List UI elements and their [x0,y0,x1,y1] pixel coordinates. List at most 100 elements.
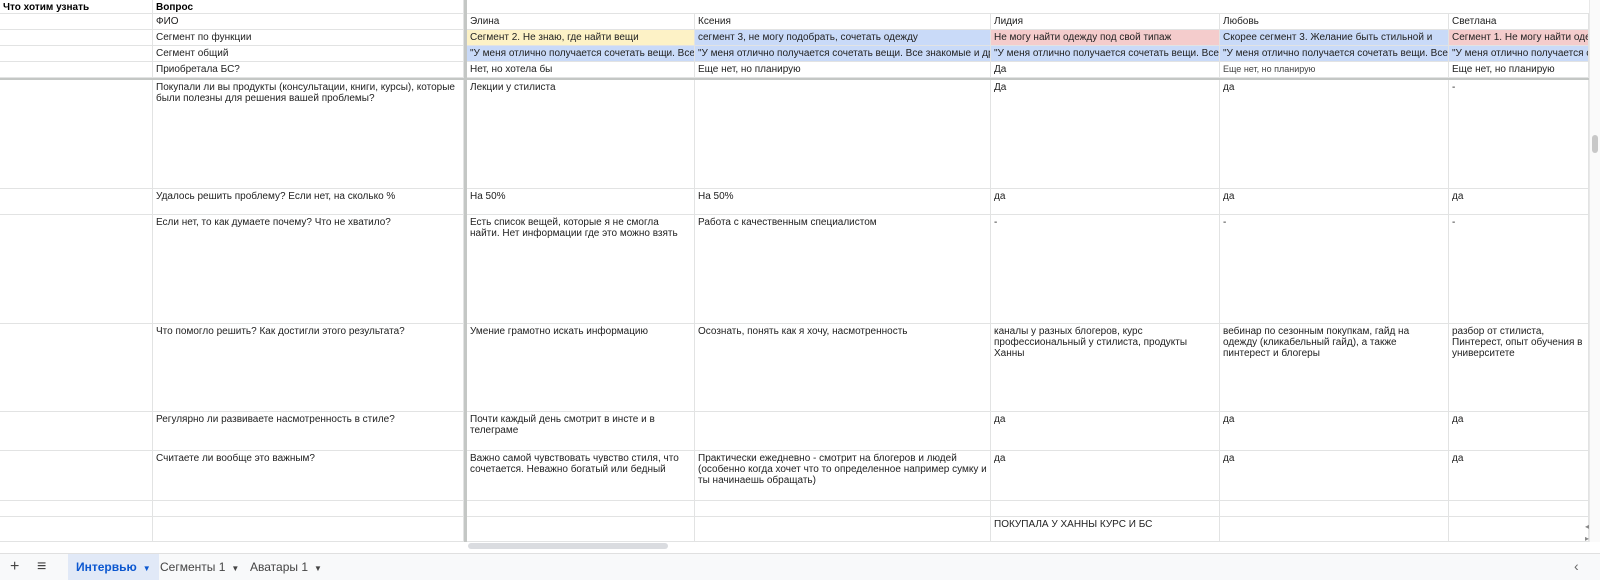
vertical-scrollbar[interactable] [1589,0,1600,542]
row-field-label[interactable]: Сегмент по функции [153,30,464,46]
answer-cell[interactable]: вебинар по сезонным покупкам, гайд на од… [1220,324,1449,412]
answer-cell[interactable]: - [1449,80,1589,189]
answer-cell[interactable] [695,80,991,189]
answer-cell[interactable]: да [1220,412,1449,451]
answer-cell[interactable] [1449,501,1589,517]
header-cell-what-to-learn[interactable]: Что хотим узнать [0,0,153,14]
chevron-down-icon[interactable]: ▼ [314,564,322,573]
answer-cell[interactable]: да [991,451,1220,501]
answer-cell[interactable]: Почти каждый день смотрит в инсте и в те… [467,412,695,451]
answer-cell[interactable]: ПОКУПАЛА У ХАННЫ КУРС И БС [991,517,1220,542]
vertical-scroll-thumb[interactable] [1592,135,1598,153]
question-cell[interactable]: Удалось решить проблему? Если нет, на ск… [153,189,464,215]
all-sheets-menu-icon[interactable]: ≡ [37,558,46,576]
answer-cell[interactable] [467,501,695,517]
profile-value-cell[interactable]: Лидия [991,14,1220,30]
question-cell[interactable]: Считаете ли вообще это важным? [153,451,464,501]
answer-cell[interactable] [1449,517,1589,542]
profile-value-cell[interactable]: "У меня отлично получается сочетать вещи [1449,46,1589,62]
frozen-row-divider[interactable] [0,78,1589,80]
profile-value-cell[interactable]: Элина [467,14,695,30]
row-field-label[interactable]: Сегмент общий [153,46,464,62]
answer-cell[interactable] [1220,517,1449,542]
answer-cell[interactable]: да [991,189,1220,215]
profile-value-cell[interactable]: "У меня отлично получается сочетать вещи… [695,46,991,62]
header-cell-empty[interactable] [467,0,1589,14]
row-label-cell[interactable] [0,501,153,517]
row-label-cell[interactable] [0,189,153,215]
collapse-side-panel-icon[interactable]: ‹ [1574,558,1579,574]
profile-value-cell[interactable]: Ксения [695,14,991,30]
answer-cell[interactable]: разбор от стилиста, Пинтерест, опыт обуч… [1449,324,1589,412]
row-label-cell[interactable] [0,324,153,412]
row-field-label[interactable]: ФИО [153,14,464,30]
profile-value-cell[interactable]: Еще нет, но планирую [1449,62,1589,78]
row-label-cell[interactable] [0,46,153,62]
answer-cell[interactable]: Важно самой чувствовать чувство стиля, ч… [467,451,695,501]
row-label-cell[interactable] [0,215,153,324]
question-cell[interactable]: Регулярно ли развиваете насмотренность в… [153,412,464,451]
answer-cell[interactable] [467,517,695,542]
answer-cell[interactable]: Лекции у стилиста [467,80,695,189]
profile-value-cell[interactable]: сегмент 3, не могу подобрать, сочетать о… [695,30,991,46]
answer-cell[interactable]: да [1449,451,1589,501]
chevron-down-icon[interactable]: ▼ [143,564,151,573]
profile-value-cell[interactable]: Светлана [1449,14,1589,30]
answer-cell[interactable]: Умение грамотно искать информацию [467,324,695,412]
question-cell[interactable]: Что помогло решить? Как достигли этого р… [153,324,464,412]
add-sheet-icon[interactable]: + [10,558,19,576]
spreadsheet-grid[interactable]: Что хотим узнать Вопрос ФИО Элина Ксения Ли… [0,0,1589,542]
answer-cell[interactable]: Практически ежедневно - смотрит на блоге… [695,451,991,501]
answer-cell[interactable]: Есть список вещей, которые я не смогла н… [467,215,695,324]
row-label-cell[interactable] [0,451,153,501]
answer-cell[interactable] [695,412,991,451]
answer-cell[interactable]: - [991,215,1220,324]
answer-cell[interactable] [695,517,991,542]
answer-cell[interactable]: - [1220,215,1449,324]
answer-cell[interactable]: каналы у разных блогеров, курс профессио… [991,324,1220,412]
answer-cell[interactable]: да [1449,412,1589,451]
profile-value-cell[interactable]: Сегмент 2. Не знаю, где найти вещи [467,30,695,46]
answer-cell[interactable]: Да [991,80,1220,189]
answer-cell[interactable]: да [991,412,1220,451]
profile-value-cell[interactable]: "У меня отлично получается сочетать вещи… [1220,46,1449,62]
answer-cell[interactable]: На 50% [695,189,991,215]
answer-cell[interactable]: Работа с качественным специалистом [695,215,991,324]
answer-cell[interactable] [991,501,1220,517]
profile-value-cell[interactable]: Еще нет, но планирую [695,62,991,78]
profile-value-cell[interactable]: Скорее сегмент 3. Желание быть стильной … [1220,30,1449,46]
profile-value-cell[interactable]: Любовь [1220,14,1449,30]
scroll-left-arrow-icon[interactable]: ◂ [1585,522,1589,531]
row-label-cell[interactable] [0,517,153,542]
question-cell[interactable]: Если нет, то как думаете почему? Что не … [153,215,464,324]
scroll-right-arrow-icon[interactable]: ▸ [1585,534,1589,543]
profile-value-cell[interactable]: Да [991,62,1220,78]
row-label-cell[interactable] [0,30,153,46]
chevron-down-icon[interactable]: ▼ [231,564,239,573]
header-cell-question[interactable]: Вопрос [153,0,464,14]
sheet-tab-segments[interactable]: Сегменты 1 ▼ [152,554,247,580]
answer-cell[interactable]: да [1220,189,1449,215]
row-label-cell[interactable] [0,80,153,189]
frozen-column-divider[interactable] [464,0,467,542]
answer-cell[interactable]: да [1220,451,1449,501]
sheet-tab-avatars[interactable]: Аватары 1 ▼ [242,554,330,580]
horizontal-scroll-thumb[interactable] [468,543,668,549]
profile-value-cell[interactable]: "У меня отлично получается сочетать вещи… [991,46,1220,62]
answer-cell[interactable] [695,501,991,517]
answer-cell[interactable]: На 50% [467,189,695,215]
profile-value-cell[interactable]: Нет, но хотела бы [467,62,695,78]
sheet-tab-interviews[interactable]: Интервью ▼ [68,554,159,580]
profile-value-cell[interactable]: Еще нет, но планирую [1220,62,1449,78]
row-label-cell[interactable] [0,62,153,78]
profile-value-cell[interactable]: "У меня отлично получается сочетать вещи… [467,46,695,62]
answer-cell[interactable]: да [1220,80,1449,189]
row-label-cell[interactable] [0,14,153,30]
question-cell[interactable] [153,501,464,517]
answer-cell[interactable]: да [1449,189,1589,215]
profile-value-cell[interactable]: Сегмент 1. Не могу найти одежду [1449,30,1589,46]
profile-value-cell[interactable]: Не могу найти одежду под свой типаж [991,30,1220,46]
question-cell[interactable] [153,517,464,542]
row-label-cell[interactable] [0,412,153,451]
answer-cell[interactable]: - [1449,215,1589,324]
